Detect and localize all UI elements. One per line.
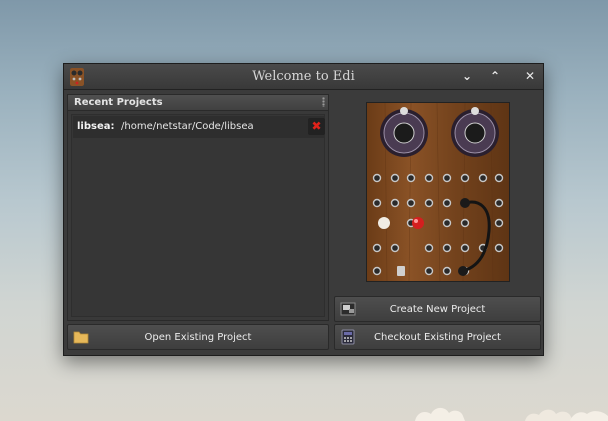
project-path: /home/netstar/Code/libsea	[121, 121, 254, 132]
list-item[interactable]: libsea: /home/netstar/Code/libsea ✖	[73, 116, 325, 138]
checkout-existing-project-button[interactable]: Checkout Existing Project	[334, 324, 541, 350]
recent-projects-list: libsea: /home/netstar/Code/libsea ✖	[71, 114, 325, 317]
maximize-icon[interactable]: ⌃	[488, 69, 502, 83]
recent-projects-panel: Recent Projects libsea: /home/netstar/Co…	[67, 94, 329, 321]
switchboard-image	[366, 102, 510, 282]
open-existing-project-button[interactable]: Open Existing Project	[67, 324, 329, 350]
close-icon[interactable]: ✕	[523, 69, 537, 83]
clouds-decoration	[415, 407, 608, 421]
recent-projects-title: Recent Projects	[74, 97, 163, 108]
title-bar[interactable]: Welcome to Edi ⌄ ⌃ ✕	[64, 64, 543, 90]
open-existing-project-label: Open Existing Project	[144, 332, 252, 343]
panel-grip-icon[interactable]	[322, 97, 325, 107]
create-new-project-button[interactable]: Create New Project	[334, 296, 541, 322]
project-name: libsea:	[77, 121, 115, 132]
minimize-icon[interactable]: ⌄	[460, 69, 474, 83]
welcome-window: Welcome to Edi ⌄ ⌃ ✕ Recent Projects lib…	[63, 63, 544, 356]
remove-project-button[interactable]: ✖	[308, 118, 325, 135]
create-new-project-label: Create New Project	[389, 304, 486, 315]
recent-projects-header: Recent Projects	[68, 95, 328, 111]
checkout-existing-project-label: Checkout Existing Project	[374, 332, 501, 343]
remove-icon: ✖	[311, 119, 322, 133]
